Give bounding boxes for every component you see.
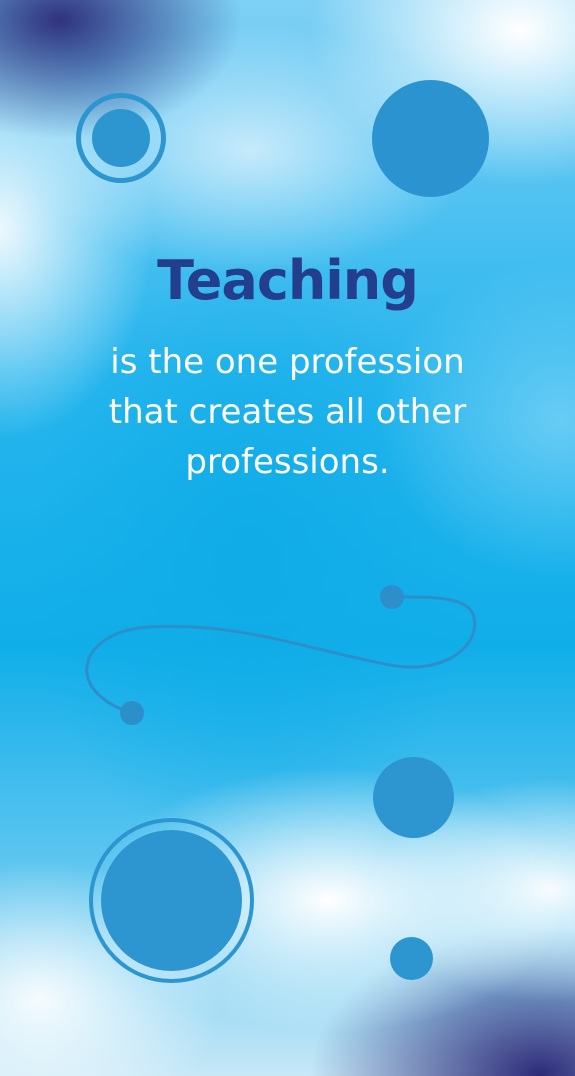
quote-line-1: is the one profession [110,342,465,382]
quote-line-3: professions. [185,442,390,482]
filled-circle-bottom-left [101,830,242,971]
curve-end-dot-right [380,585,404,609]
wavy-line-decoration [85,585,477,725]
quote-line-2: that creates all other [108,392,467,432]
quote-headline: Teaching [157,249,419,312]
quote-poster: Teaching is the one profession that crea… [0,0,575,1076]
curve-end-dot-left [120,701,144,725]
quote-body: is the one profession that creates all o… [0,337,575,487]
filled-circle-bottom-right [390,937,433,980]
filled-circle-middle-right [373,757,454,838]
